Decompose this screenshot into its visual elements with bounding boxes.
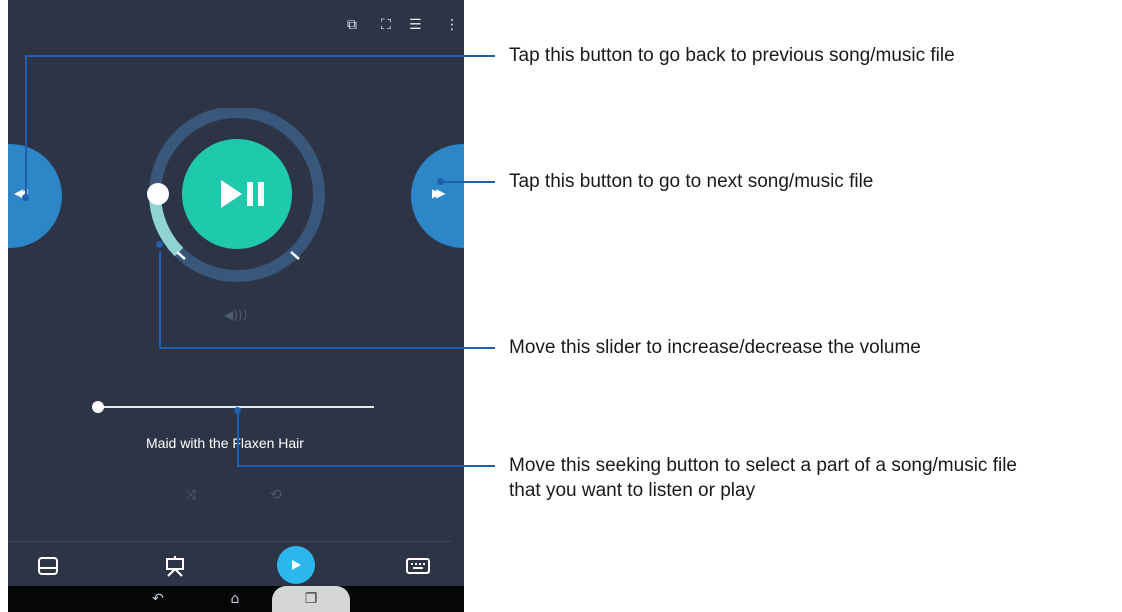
volume-indicator-icon: ◀))) bbox=[224, 308, 248, 322]
annotation-seek-line1: Move this seeking button to select a par… bbox=[509, 455, 1017, 476]
annotation-next: Tap this button to go to next song/music… bbox=[509, 171, 874, 192]
callout-dot bbox=[22, 194, 29, 201]
repeat-icon[interactable]: ⟲ bbox=[270, 487, 282, 503]
music-player-screen: ⧉ ⛶ ☰ ⋮ ◀◀ ▶▶ ◀))) Maid with the Flaxen … bbox=[8, 0, 464, 612]
previous-track-button[interactable]: ◀◀ bbox=[8, 144, 62, 248]
shuffle-icon[interactable]: ⤨ bbox=[185, 487, 196, 503]
pause-bar-icon bbox=[258, 182, 264, 206]
divider bbox=[8, 541, 452, 542]
playlist-icon[interactable]: ☰ bbox=[409, 18, 422, 32]
callout-dot bbox=[234, 407, 241, 414]
callout-line-volume bbox=[159, 347, 495, 349]
system-nav-bar: ↶ ⌂ ❐ bbox=[8, 586, 464, 612]
back-icon[interactable]: ↶ bbox=[148, 586, 168, 612]
volume-ring[interactable] bbox=[143, 108, 333, 288]
recent-apps-icon: ❐ bbox=[304, 591, 318, 607]
callout-line-prev bbox=[25, 55, 495, 57]
annotation-volume: Move this slider to increase/decrease th… bbox=[509, 337, 921, 358]
volume-slider-knob[interactable] bbox=[147, 183, 169, 205]
callout-line-next bbox=[440, 181, 495, 183]
more-options-icon[interactable]: ⋮ bbox=[445, 18, 459, 32]
callout-line-seek bbox=[237, 465, 495, 467]
song-title: Maid with the Flaxen Hair bbox=[146, 435, 304, 451]
callout-line-seek bbox=[237, 410, 239, 466]
pause-bar-icon bbox=[247, 182, 253, 206]
callout-line-prev bbox=[25, 55, 27, 197]
callout-line-volume bbox=[159, 251, 161, 348]
callout-dot bbox=[437, 178, 444, 185]
play-icon bbox=[292, 560, 301, 570]
callout-dot bbox=[156, 241, 163, 248]
fullscreen-icon[interactable]: ⛶ bbox=[381, 18, 391, 32]
presentation-icon[interactable] bbox=[165, 555, 185, 577]
seek-bar-thumb[interactable] bbox=[92, 401, 104, 413]
touchpad-icon[interactable] bbox=[38, 557, 58, 575]
recent-apps-button[interactable]: ❐ bbox=[272, 586, 350, 612]
next-track-button[interactable]: ▶▶ bbox=[411, 144, 464, 248]
crop-window-icon[interactable]: ⧉ bbox=[347, 18, 357, 32]
keyboard-icon[interactable] bbox=[406, 558, 430, 574]
fast-forward-icon: ▶▶ bbox=[432, 186, 446, 200]
annotation-prev: Tap this button to go back to previous s… bbox=[509, 45, 955, 66]
bottom-play-button[interactable] bbox=[277, 546, 315, 584]
annotation-seek-line2: that you want to listen or play bbox=[509, 480, 756, 501]
home-icon[interactable]: ⌂ bbox=[224, 586, 246, 612]
